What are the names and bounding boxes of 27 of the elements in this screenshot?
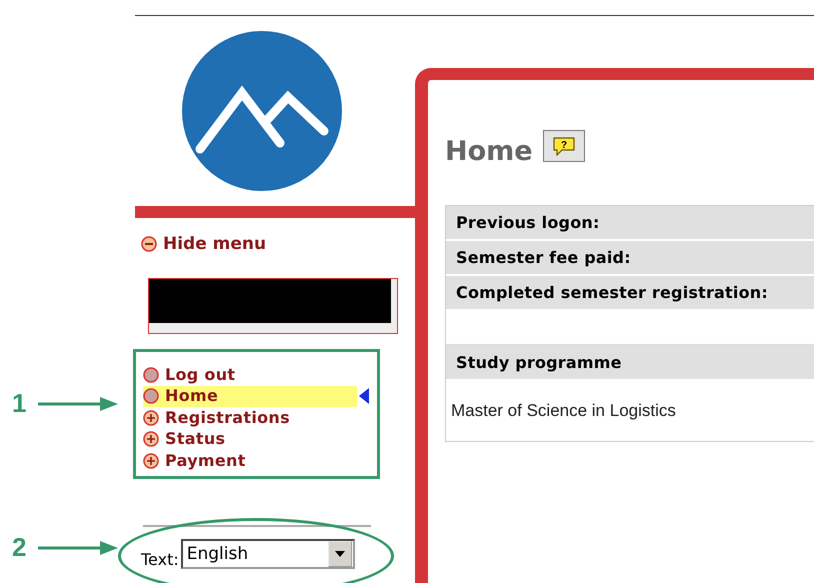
table-cell-text: Master of Science in Logistics [450, 401, 676, 421]
table-header-cell-text: Semester fee paid: [455, 248, 631, 267]
menu-item[interactable]: Home [143, 386, 357, 407]
language-label: Text: [141, 550, 179, 569]
dropdown-arrow-icon [334, 551, 345, 557]
pointer-triangle-icon [359, 388, 369, 404]
annotation-number: 2 [12, 532, 26, 563]
table-header-cell-text: Study programme [455, 353, 622, 372]
plus-icon [143, 452, 159, 469]
page-title: Home [445, 136, 533, 167]
language-select[interactable]: English [180, 539, 355, 569]
menu-item[interactable]: Log out [143, 364, 357, 386]
table-header-cell-text: Previous logon: [455, 213, 600, 232]
hide-menu-link[interactable]: Hide menu [141, 234, 266, 254]
plus-icon [143, 410, 159, 426]
question-mark: ? [560, 140, 567, 151]
circle-icon [143, 388, 159, 404]
menu-item[interactable]: Registrations [143, 407, 357, 428]
annotation-number: 1 [12, 388, 26, 419]
menu-item[interactable]: Payment [143, 450, 357, 472]
circle-icon [143, 366, 159, 383]
plus-icon [143, 431, 159, 448]
table-header-cell-text: Completed semester registration: [455, 283, 768, 302]
mountain-logo-icon [182, 31, 342, 191]
minus-icon [141, 236, 157, 252]
menu-item[interactable]: Status [143, 428, 357, 450]
help-button[interactable]: ? [542, 130, 585, 162]
